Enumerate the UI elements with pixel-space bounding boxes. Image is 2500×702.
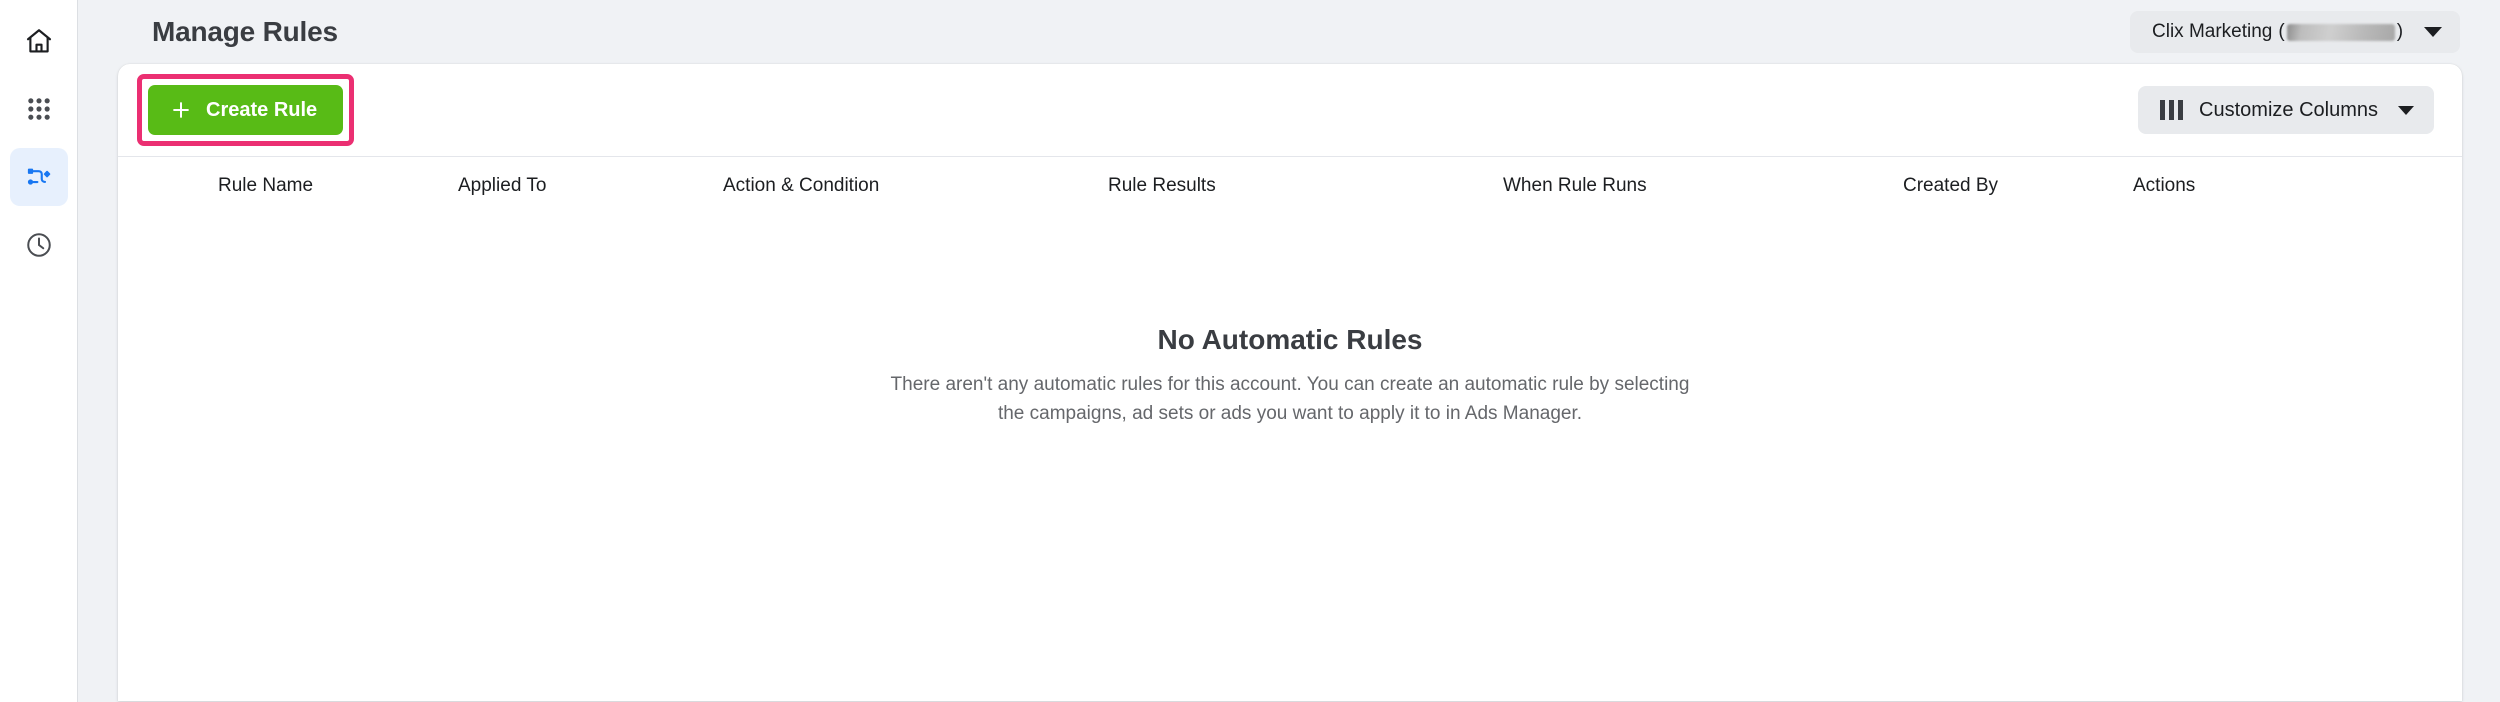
clock-history-icon xyxy=(24,230,54,260)
customize-columns-label: Customize Columns xyxy=(2199,98,2378,121)
create-rule-label: Create Rule xyxy=(206,98,318,121)
app-root: Manage Rules Clix Marketing ( ) Create R… xyxy=(0,0,2500,702)
left-nav-rail xyxy=(0,0,78,702)
account-id-redacted xyxy=(2286,23,2395,41)
column-header-applied-to[interactable]: Applied To xyxy=(458,175,723,197)
sidebar-item-rules[interactable] xyxy=(9,148,68,206)
create-rule-wrap: Create Rule xyxy=(137,74,355,146)
account-selector-label: Clix Marketing ( ) xyxy=(2152,21,2403,43)
sidebar-item-history[interactable] xyxy=(10,216,68,274)
column-header-rule-results[interactable]: Rule Results xyxy=(1108,175,1503,197)
empty-state-description: There aren't any automatic rules for thi… xyxy=(890,374,1690,425)
column-header-actions[interactable]: Actions xyxy=(2133,175,2333,197)
column-header-when-rule-runs[interactable]: When Rule Runs xyxy=(1503,175,1903,197)
rules-table-header: Rule Name Applied To Action & Condition … xyxy=(118,156,2462,214)
page-title: Manage Rules xyxy=(152,16,338,47)
column-header-created-by[interactable]: Created By xyxy=(1903,175,2133,197)
chevron-down-icon xyxy=(2424,27,2442,37)
grid-apps-icon xyxy=(25,95,53,123)
customize-columns-button[interactable]: Customize Columns xyxy=(2138,86,2434,134)
column-header-rule-name[interactable]: Rule Name xyxy=(148,175,458,197)
automated-rules-icon xyxy=(24,162,54,192)
page-topbar: Manage Rules Clix Marketing ( ) xyxy=(118,0,2462,64)
account-name: Clix Marketing xyxy=(2152,21,2273,42)
rules-card: Create Rule Customize Columns Rule Name … xyxy=(118,64,2462,701)
account-selector[interactable]: Clix Marketing ( ) xyxy=(2130,11,2460,53)
chevron-down-icon xyxy=(2398,105,2414,115)
empty-state-title: No Automatic Rules xyxy=(1157,324,1423,355)
column-header-action-condition[interactable]: Action & Condition xyxy=(723,175,1108,197)
account-id-open-paren: ( xyxy=(2278,21,2285,42)
account-id-close-paren: ) xyxy=(2396,21,2404,42)
sidebar-item-all-tools[interactable] xyxy=(10,80,68,138)
sidebar-item-home[interactable] xyxy=(10,12,68,70)
card-toolbar: Create Rule Customize Columns xyxy=(118,64,2462,156)
home-icon xyxy=(24,26,54,56)
main-content: Manage Rules Clix Marketing ( ) Create R… xyxy=(78,0,2500,702)
empty-state: No Automatic Rules There aren't any auto… xyxy=(118,324,2462,429)
columns-icon xyxy=(2160,100,2184,120)
plus-icon xyxy=(170,99,192,121)
create-rule-button[interactable]: Create Rule xyxy=(148,85,344,135)
